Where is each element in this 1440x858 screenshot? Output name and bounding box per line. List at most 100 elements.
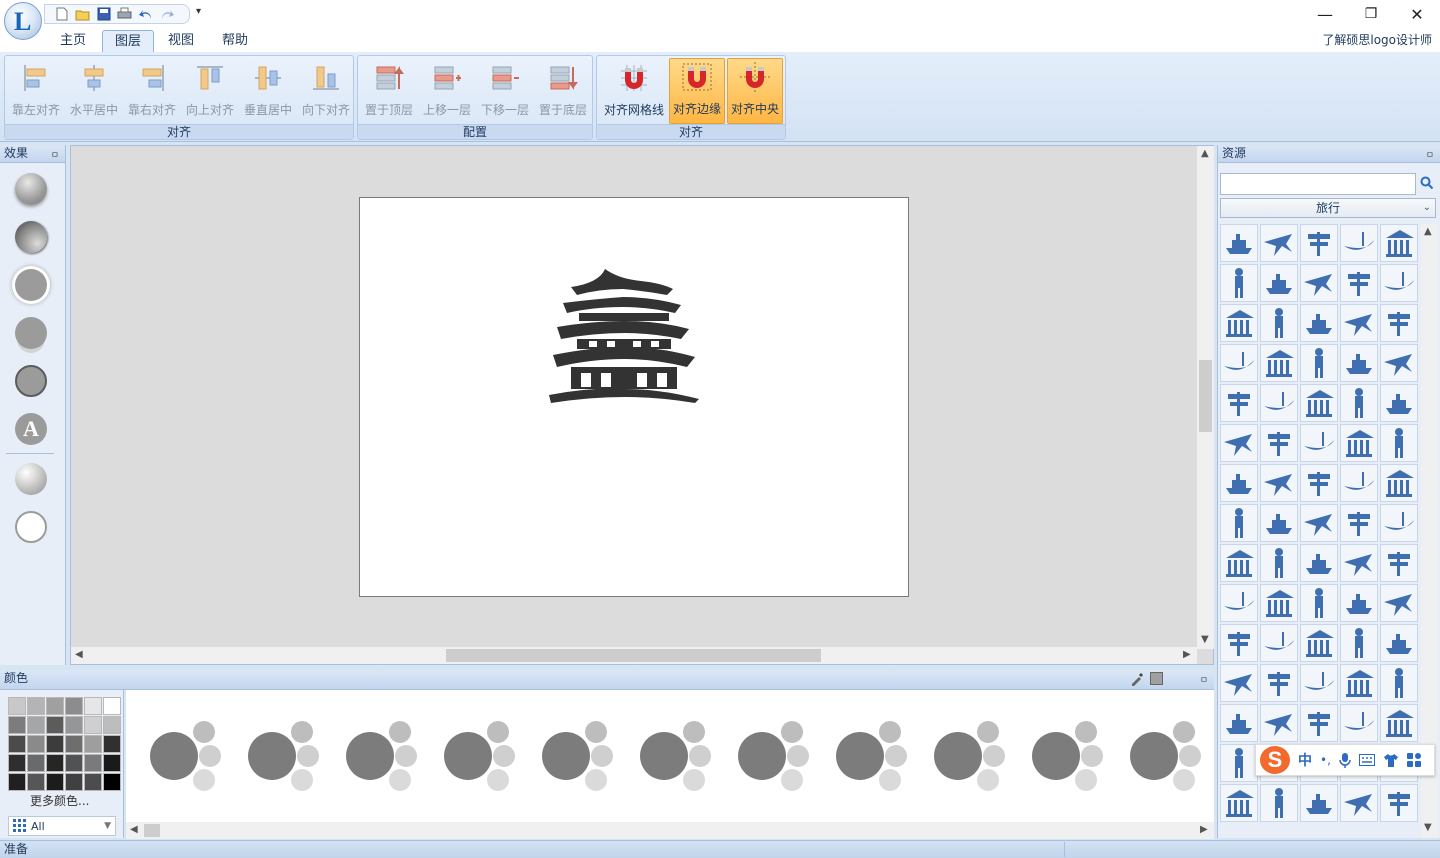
color-swatch[interactable] <box>65 716 83 734</box>
resource-item[interactable] <box>1260 424 1298 462</box>
resource-item[interactable] <box>1220 264 1258 302</box>
color-swatch[interactable] <box>8 716 26 734</box>
tab-help[interactable]: 帮助 <box>210 30 260 52</box>
align-horizontal-center-button[interactable]: 水平居中 <box>65 58 123 124</box>
color-scheme-item[interactable] <box>734 716 814 796</box>
resource-item[interactable] <box>1220 664 1258 702</box>
resource-item[interactable] <box>1300 224 1338 262</box>
color-swatch[interactable] <box>46 773 64 791</box>
resource-item[interactable] <box>1340 784 1378 822</box>
bring-forward-button[interactable]: 上移一层 <box>418 58 476 124</box>
color-swatch[interactable] <box>46 754 64 772</box>
resource-item[interactable] <box>1220 584 1258 622</box>
resource-item[interactable] <box>1300 664 1338 702</box>
redo-icon[interactable] <box>158 6 175 22</box>
resource-item[interactable] <box>1260 784 1298 822</box>
color-swatch[interactable] <box>65 735 83 753</box>
color-scheme-item[interactable] <box>832 716 912 796</box>
current-color-swatch[interactable] <box>1150 672 1163 685</box>
color-swatch[interactable] <box>103 697 121 715</box>
canvas-vertical-scroll-thumb[interactable] <box>1199 360 1212 432</box>
resource-item[interactable] <box>1300 704 1338 742</box>
effect-none[interactable] <box>15 511 47 543</box>
color-scheme-item[interactable] <box>1126 716 1206 796</box>
sogou-logo-icon[interactable]: S <box>1260 746 1290 774</box>
color-schemes-scrollbar[interactable]: ◀ ▶ <box>126 822 1214 839</box>
resource-item[interactable] <box>1220 224 1258 262</box>
new-file-icon[interactable] <box>53 6 70 22</box>
design-page[interactable] <box>359 197 909 597</box>
keyboard-icon[interactable] <box>1358 754 1375 766</box>
resource-item[interactable] <box>1340 504 1378 542</box>
resource-item[interactable] <box>1380 504 1418 542</box>
color-swatch[interactable] <box>27 754 45 772</box>
color-scheme-item[interactable] <box>146 716 226 796</box>
resource-item[interactable] <box>1340 624 1378 662</box>
color-schemes-scroll-thumb[interactable] <box>144 824 160 837</box>
close-button[interactable]: ✕ <box>1394 0 1440 28</box>
color-swatch[interactable] <box>46 735 64 753</box>
resource-item[interactable] <box>1300 584 1338 622</box>
resource-item[interactable] <box>1380 304 1418 342</box>
effect-text-icon[interactable]: A <box>15 413 47 445</box>
resource-item[interactable] <box>1380 584 1418 622</box>
resource-item[interactable] <box>1380 424 1418 462</box>
resource-item[interactable] <box>1340 544 1378 582</box>
application-menu-button[interactable]: L <box>4 2 42 40</box>
about-link[interactable]: 了解硕思logo设计师 <box>1322 31 1432 48</box>
resource-item[interactable] <box>1340 424 1378 462</box>
resource-item[interactable] <box>1300 344 1338 382</box>
pin-icon[interactable]: ㅁ <box>51 148 59 165</box>
color-swatch[interactable] <box>8 697 26 715</box>
pin-icon[interactable]: ㅁ <box>1200 673 1208 690</box>
snap-to-edge-button[interactable]: 对齐边缘 <box>669 58 725 124</box>
resource-item[interactable] <box>1300 464 1338 502</box>
resource-item[interactable] <box>1300 424 1338 462</box>
resource-item[interactable] <box>1340 704 1378 742</box>
microphone-icon[interactable] <box>1339 752 1351 768</box>
resource-item[interactable] <box>1220 304 1258 342</box>
canvas-horizontal-scroll-thumb[interactable] <box>446 649 821 662</box>
tab-layer[interactable]: 图层 <box>102 30 155 52</box>
resource-item[interactable] <box>1260 384 1298 422</box>
resource-item[interactable] <box>1220 504 1258 542</box>
resource-item[interactable] <box>1300 264 1338 302</box>
resource-item[interactable] <box>1220 344 1258 382</box>
snap-to-center-button[interactable]: 对齐中央 <box>727 58 783 124</box>
color-swatch[interactable] <box>84 697 102 715</box>
resource-item[interactable] <box>1260 664 1298 702</box>
resource-item[interactable] <box>1220 544 1258 582</box>
color-swatch[interactable] <box>84 716 102 734</box>
resource-item[interactable] <box>1260 624 1298 662</box>
resource-item[interactable] <box>1220 424 1258 462</box>
resource-item[interactable] <box>1260 264 1298 302</box>
resource-item[interactable] <box>1260 704 1298 742</box>
align-top-button[interactable]: 向上对齐 <box>181 58 239 124</box>
skin-shirt-icon[interactable] <box>1383 753 1399 767</box>
ime-punctuation-toggle[interactable]: •, <box>1320 753 1331 767</box>
color-swatch[interactable] <box>27 697 45 715</box>
resource-item[interactable] <box>1220 744 1258 782</box>
color-swatch[interactable] <box>27 716 45 734</box>
resource-item[interactable] <box>1300 544 1338 582</box>
undo-icon[interactable] <box>137 6 154 22</box>
color-swatch[interactable] <box>103 716 121 734</box>
resource-item[interactable] <box>1260 544 1298 582</box>
color-swatch[interactable] <box>84 773 102 791</box>
customize-toolbar-icon[interactable]: ▾ <box>196 6 201 17</box>
color-scheme-item[interactable] <box>636 716 716 796</box>
effect-outline[interactable] <box>15 365 47 397</box>
color-scheme-item[interactable] <box>342 716 422 796</box>
color-swatch[interactable] <box>46 716 64 734</box>
color-scheme-item[interactable] <box>244 716 324 796</box>
resource-item[interactable] <box>1380 344 1418 382</box>
resource-item[interactable] <box>1220 624 1258 662</box>
align-bottom-button[interactable]: 向下对齐 <box>297 58 355 124</box>
snap-to-grid-button[interactable]: 对齐网格线 <box>599 58 669 124</box>
resource-item[interactable] <box>1260 344 1298 382</box>
color-filter-select[interactable]: All ▼ <box>8 816 116 836</box>
color-swatch[interactable] <box>103 735 121 753</box>
resource-item[interactable] <box>1260 464 1298 502</box>
minimize-button[interactable]: — <box>1302 0 1348 28</box>
effect-gradient[interactable] <box>15 463 47 495</box>
